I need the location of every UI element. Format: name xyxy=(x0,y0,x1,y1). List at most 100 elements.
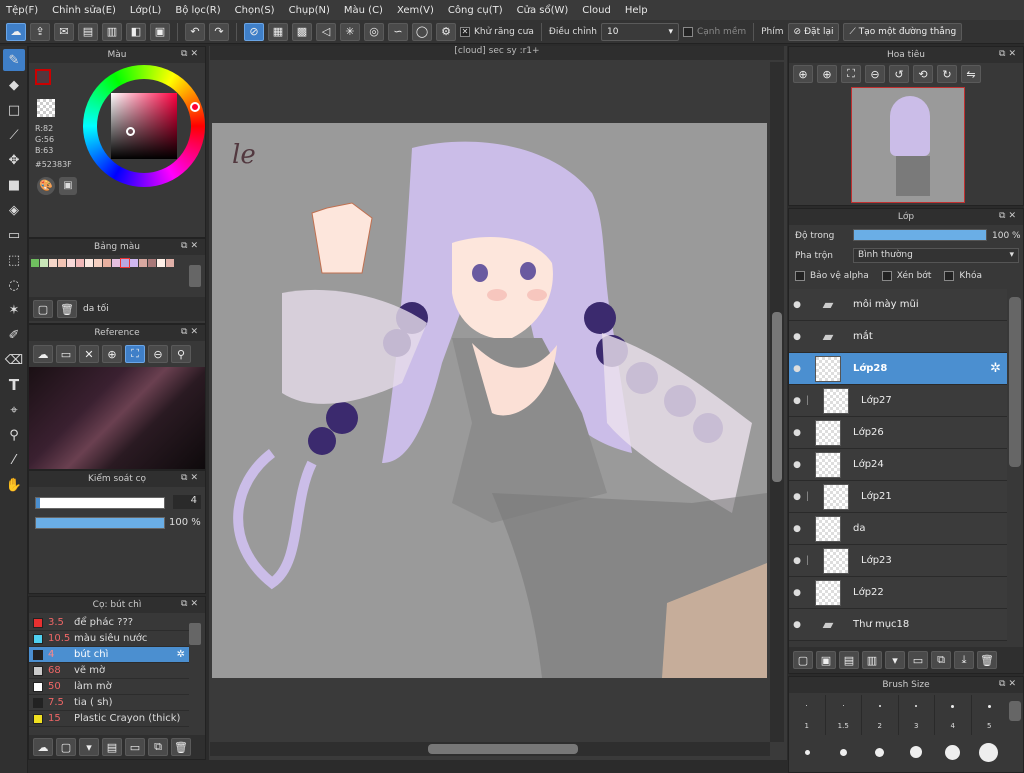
palette-swatch[interactable] xyxy=(40,259,48,267)
eraser-tool-icon[interactable]: ◆ xyxy=(3,74,25,96)
brush-list-item[interactable]: 4 bút chì ✲ xyxy=(29,647,189,663)
new-palette-icon[interactable]: ▢ xyxy=(33,300,53,318)
visibility-icon[interactable]: ● xyxy=(789,492,805,502)
duplicate-brush-icon[interactable]: ⧉ xyxy=(148,738,168,756)
brush-list-item[interactable]: 7.5 tia ( sh) xyxy=(29,695,189,711)
rotate-left-icon[interactable]: ↺ xyxy=(889,65,909,83)
brush-tool-icon[interactable]: ✎ xyxy=(3,49,25,71)
smudge-tool-icon[interactable]: ⁄ xyxy=(3,449,25,471)
brush-menu-icon[interactable]: ▾ xyxy=(79,738,99,756)
palette-swatch[interactable] xyxy=(148,259,156,267)
menu-select[interactable]: Chọn(S) xyxy=(235,5,275,16)
protect-alpha-checkbox[interactable] xyxy=(795,271,805,281)
palette-swatch[interactable] xyxy=(31,259,39,267)
vertical-scroll-thumb[interactable] xyxy=(772,312,782,482)
palette-swatch[interactable] xyxy=(85,259,93,267)
move-tool-icon[interactable]: ✥ xyxy=(3,149,25,171)
menu-filter[interactable]: Bộ lọc(R) xyxy=(175,5,220,16)
lock-checkbox[interactable] xyxy=(944,271,955,281)
palette-swatch[interactable] xyxy=(112,259,120,267)
redo-icon[interactable]: ↷ xyxy=(209,22,229,41)
brush-size-cell[interactable]: 1 xyxy=(789,695,826,735)
brush-size-cell[interactable]: 4 xyxy=(935,695,972,735)
layer-row[interactable]: ● ▰ mắt xyxy=(789,321,1007,353)
layer-row[interactable]: ● │ Lớp23 xyxy=(789,545,1007,577)
panel-controls-icon[interactable]: ⧉✕ xyxy=(999,211,1019,221)
brush-list-item[interactable]: 15 Plastic Crayon (thick) xyxy=(29,711,189,727)
menu-capture[interactable]: Chụp(N) xyxy=(289,5,330,16)
visibility-icon[interactable]: ● xyxy=(789,332,805,342)
brush-size-cell[interactable] xyxy=(789,749,825,755)
palette-swatch[interactable] xyxy=(76,259,84,267)
canvas-tab[interactable]: [cloud] sec sy :r1+ xyxy=(210,46,784,60)
select-tool-icon[interactable]: ⬚ xyxy=(3,249,25,271)
brush-list-item[interactable]: 10.5 màu siêu nước xyxy=(29,631,189,647)
delete-palette-icon[interactable]: 🗑 xyxy=(57,300,77,318)
palette-swatch[interactable] xyxy=(139,259,147,267)
gear-icon[interactable]: ✲ xyxy=(990,361,1001,376)
bucket-tool-icon[interactable]: ◈ xyxy=(3,199,25,221)
hue-wheel[interactable] xyxy=(83,65,205,187)
palette-icon[interactable]: 🎨 xyxy=(37,177,55,195)
cloud-brush-icon[interactable]: ☁ xyxy=(33,738,53,756)
clip-checkbox[interactable] xyxy=(881,271,892,281)
gear-icon[interactable]: ✲ xyxy=(177,649,185,660)
palette-swatch[interactable] xyxy=(157,259,165,267)
straight-line-button[interactable]: ⟋ Tạo một đường thẳng xyxy=(843,22,963,41)
panel-controls-icon[interactable]: ⧉✕ xyxy=(181,49,201,59)
fill-rect-tool-icon[interactable]: ■ xyxy=(3,174,25,196)
zoom-out-icon[interactable]: ⊖ xyxy=(865,65,885,83)
no-snap-icon[interactable]: ⊘ xyxy=(244,22,264,41)
line-tool-icon[interactable]: ⟋ xyxy=(3,124,25,146)
layer-scrollbar[interactable] xyxy=(1009,297,1021,467)
brush-size-cell[interactable] xyxy=(825,748,861,756)
soft-edge-checkbox[interactable] xyxy=(682,26,693,37)
reset-button[interactable]: ⊘ Đặt lại xyxy=(787,22,840,41)
brush-list-item[interactable]: 68 vẽ mờ xyxy=(29,663,189,679)
palette-swatch[interactable] xyxy=(67,259,75,267)
duplicate-layer-icon[interactable]: ⧉ xyxy=(931,651,951,669)
rect-select-tool-icon[interactable]: □ xyxy=(3,99,25,121)
color-settings-icon[interactable]: ▣ xyxy=(59,177,77,195)
select-eraser-tool-icon[interactable]: ⌫ xyxy=(3,349,25,371)
horizontal-scrollbar[interactable] xyxy=(210,742,770,756)
brush-size-cell[interactable]: 5 xyxy=(972,695,1008,735)
brush-size-cell[interactable]: 2 xyxy=(862,695,899,735)
transparent-color[interactable] xyxy=(37,99,55,117)
undo-icon[interactable]: ↶ xyxy=(185,22,205,41)
visibility-icon[interactable]: ● xyxy=(789,588,805,598)
layer-row[interactable]: ● Lớp22 xyxy=(789,577,1007,609)
palette-swatch[interactable] xyxy=(94,259,102,267)
delete-brush-icon[interactable]: 🗑 xyxy=(171,738,191,756)
zoom-in-icon[interactable]: ⊕ xyxy=(793,65,813,83)
layer-row[interactable]: ● ▰ Thư mục18 xyxy=(789,609,1007,641)
saturation-value-square[interactable] xyxy=(111,93,177,159)
menu-view[interactable]: Xem(V) xyxy=(397,5,434,16)
brush-size-cell[interactable] xyxy=(862,747,898,757)
brush-list-item[interactable]: 50 làm mờ xyxy=(29,679,189,695)
document-icon[interactable]: ▥ xyxy=(102,22,122,41)
brush-size-cell[interactable] xyxy=(934,744,970,760)
magic-wand-tool-icon[interactable]: ✶ xyxy=(3,299,25,321)
flip-icon[interactable]: ⇋ xyxy=(961,65,981,83)
parallel-snap-icon[interactable]: ▦ xyxy=(268,22,288,41)
brush-size-slider[interactable] xyxy=(35,497,165,509)
snap-settings-icon[interactable]: ⚙ xyxy=(436,22,456,41)
rotate-right-icon[interactable]: ↻ xyxy=(937,65,957,83)
layer-row[interactable]: ● │ Lớp21 xyxy=(789,481,1007,513)
drawing-canvas[interactable]: le xyxy=(212,123,767,678)
visibility-icon[interactable]: ● xyxy=(789,524,805,534)
visibility-icon[interactable]: ● xyxy=(789,556,805,566)
palette-swatch[interactable] xyxy=(166,259,174,267)
circle-snap-icon[interactable]: ◎ xyxy=(364,22,384,41)
merge-layer-icon[interactable]: ⤓ xyxy=(954,651,974,669)
fit-icon[interactable]: ⛶ xyxy=(125,345,145,363)
menu-cloud[interactable]: Cloud xyxy=(582,5,611,16)
layer-row[interactable]: ● Lớp24 xyxy=(789,449,1007,481)
message-icon[interactable]: ▤ xyxy=(78,22,98,41)
delete-layer-icon[interactable]: 🗑 xyxy=(977,651,997,669)
new-folder-icon[interactable]: ▭ xyxy=(908,651,928,669)
menu-help[interactable]: Help xyxy=(625,5,648,16)
layer-add-menu-icon[interactable]: ▾ xyxy=(885,651,905,669)
brush-size-cell[interactable]: 1.5 xyxy=(826,695,862,735)
